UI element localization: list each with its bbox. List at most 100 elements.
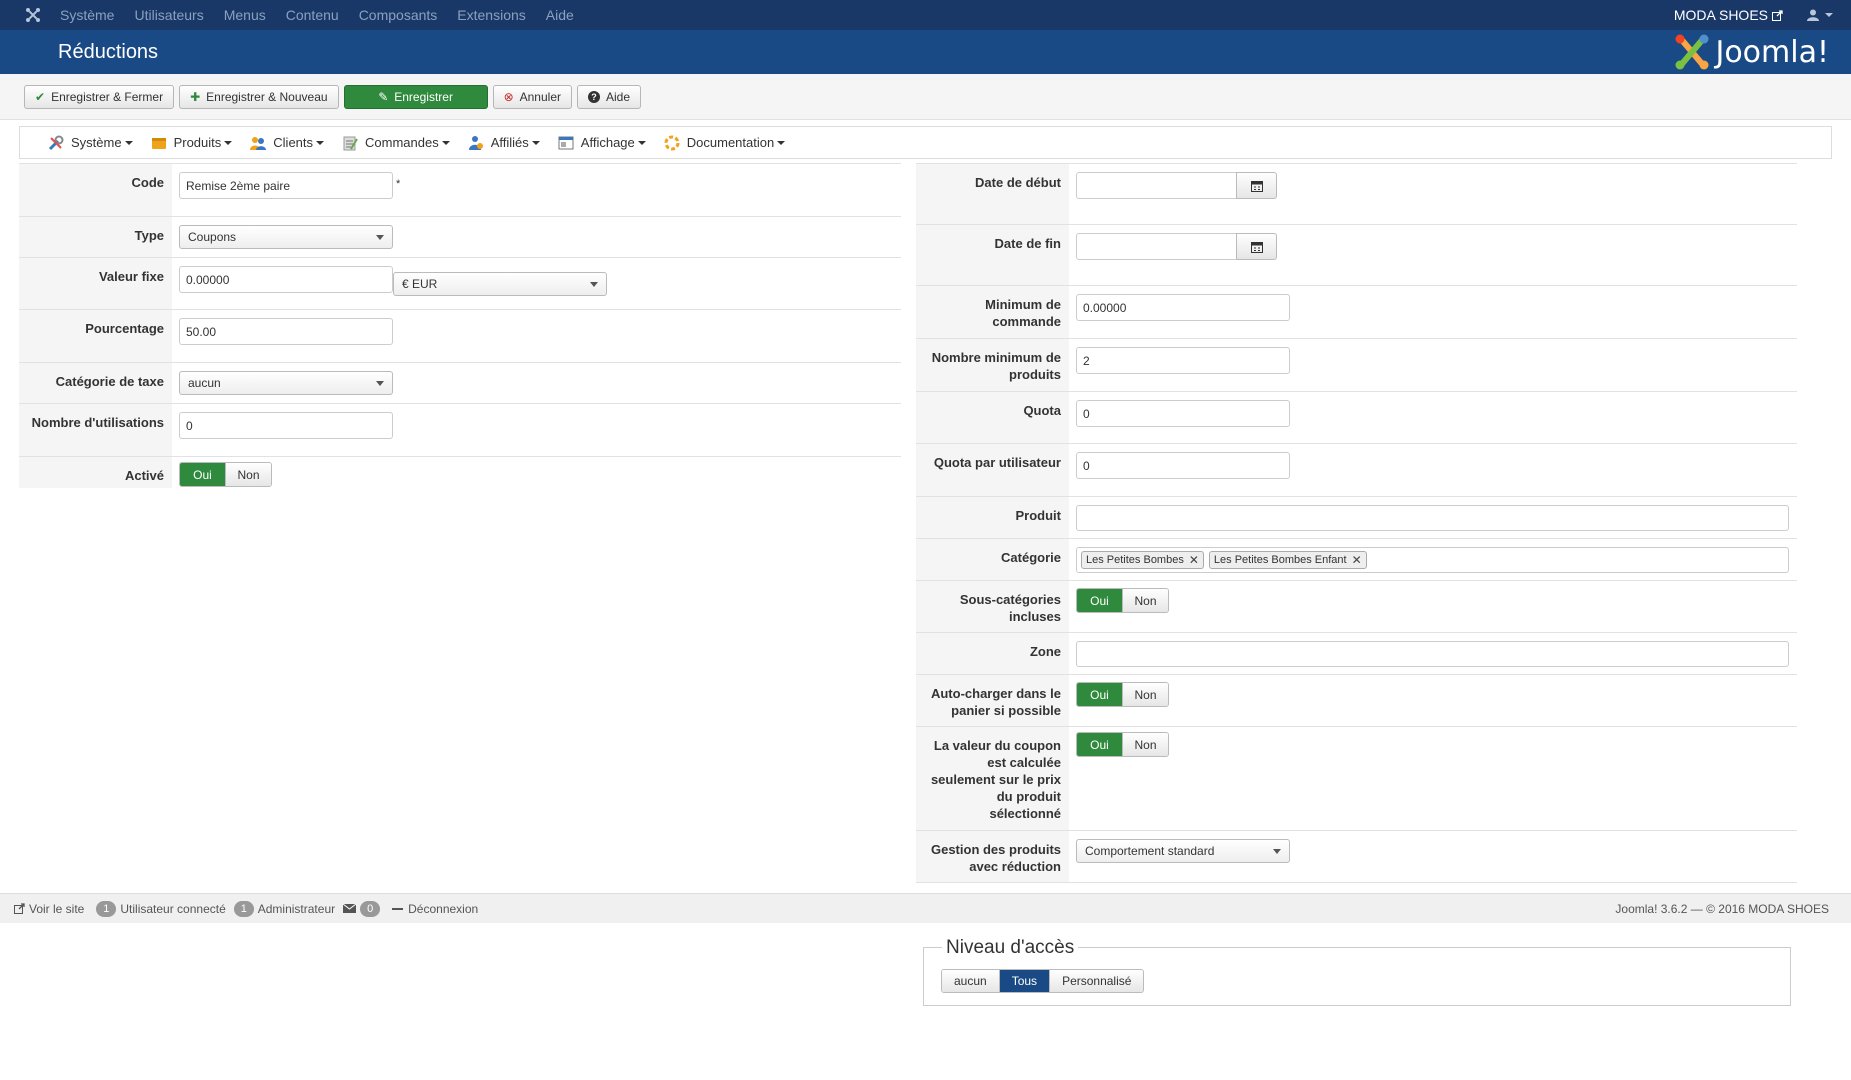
nombre-min-produits-input[interactable]: 2: [1076, 347, 1290, 374]
quota-label: Quota: [916, 392, 1069, 443]
zone-input[interactable]: [1076, 641, 1789, 667]
access-level-fieldset: Niveau d'accès aucun Tous Personnalisé: [923, 937, 1791, 1006]
row-zone: Zone: [916, 632, 1797, 674]
nav-composants[interactable]: Composants: [359, 7, 438, 23]
chevron-down-icon: [1273, 849, 1281, 854]
minus-icon: [392, 907, 404, 910]
box-icon: [151, 137, 166, 149]
categorie-taxe-select[interactable]: aucun: [179, 371, 393, 395]
chevron-down-icon: [441, 140, 450, 145]
chevron-down-icon: [316, 140, 325, 145]
active-yes-button[interactable]: Oui: [180, 463, 225, 486]
valeur-coupon-no-button[interactable]: Non: [1122, 733, 1168, 756]
access-aucun-button[interactable]: aucun: [942, 970, 999, 992]
date-debut-calendar-button[interactable]: [1236, 172, 1277, 199]
sous-categories-toggle: Oui Non: [1076, 588, 1169, 613]
cmenu-clients[interactable]: Clients: [250, 135, 325, 151]
cmenu-systeme[interactable]: Système: [48, 135, 133, 151]
category-tag: Les Petites Bombes ✕: [1081, 551, 1204, 569]
type-select[interactable]: Coupons: [179, 225, 393, 249]
valeur-fixe-input[interactable]: 0.00000: [179, 266, 393, 293]
pourcentage-input[interactable]: 50.00: [179, 318, 393, 345]
save-label: Enregistrer: [394, 89, 453, 104]
nombre-min-produits-label: Nombre minimum de produits: [916, 339, 1069, 391]
quota-utilisateur-input[interactable]: 0: [1076, 452, 1290, 479]
site-link[interactable]: MODA SHOES: [1674, 7, 1783, 23]
question-icon: ?: [588, 90, 600, 103]
chevron-down-icon: [777, 140, 786, 145]
site-name: MODA SHOES: [1673, 7, 1768, 23]
cmenu-produits[interactable]: Produits: [151, 135, 233, 151]
valeur-coupon-toggle: Oui Non: [1076, 732, 1169, 757]
view-site-link[interactable]: Voir le site: [14, 902, 84, 916]
auto-charger-no-button[interactable]: Non: [1122, 683, 1168, 706]
row-sous-categories: Sous-catégories incluses Oui Non: [916, 580, 1797, 632]
valeur-coupon-yes-button[interactable]: Oui: [1077, 733, 1122, 756]
row-date-fin: Date de fin: [916, 224, 1797, 285]
nav-systeme[interactable]: Système: [60, 7, 114, 23]
cancel-button[interactable]: ⊗ Annuler: [492, 84, 572, 109]
date-fin-label: Date de fin: [916, 225, 1069, 285]
save-new-button[interactable]: ✚ Enregistrer & Nouveau: [179, 84, 339, 109]
external-link-icon: [14, 903, 25, 914]
code-label: Code: [19, 164, 172, 216]
row-categorie: Catégorie Les Petites Bombes ✕ Les Petite…: [916, 538, 1797, 580]
nav-utilisateurs[interactable]: Utilisateurs: [134, 7, 203, 23]
produit-input[interactable]: [1076, 505, 1789, 531]
chevron-down-icon: [376, 381, 384, 386]
sous-categories-no-button[interactable]: Non: [1122, 589, 1168, 612]
close-icon[interactable]: ✕: [1189, 553, 1199, 567]
nav-aide[interactable]: Aide: [546, 7, 574, 23]
nav-menus[interactable]: Menus: [224, 7, 266, 23]
chevron-down-icon: [531, 140, 540, 145]
chevron-down-icon: [590, 282, 598, 287]
row-valeur-coupon: La valeur du coupon est calculée seuleme…: [916, 726, 1797, 830]
categorie-tag-input[interactable]: Les Petites Bombes ✕ Les Petites Bombes E…: [1076, 547, 1789, 573]
date-debut-input[interactable]: [1076, 172, 1237, 199]
logout-link[interactable]: Déconnexion: [392, 902, 478, 916]
messages-link[interactable]: 0: [343, 900, 384, 917]
gestion-produits-label: Gestion des produits avec réduction: [916, 831, 1069, 882]
date-fin-input[interactable]: [1076, 233, 1237, 260]
sous-categories-yes-button[interactable]: Oui: [1077, 589, 1122, 612]
calendar-icon: [1250, 180, 1263, 192]
save-button[interactable]: ✎ Enregistrer: [343, 84, 488, 109]
joomla-logo-icon[interactable]: [18, 0, 48, 30]
currency-select[interactable]: € EUR: [393, 272, 607, 296]
help-button[interactable]: ? Aide: [577, 84, 642, 109]
access-tous-button[interactable]: Tous: [998, 970, 1050, 992]
row-nombre-utilisations: Nombre d'utilisations 0: [19, 403, 901, 456]
cmenu-commandes[interactable]: Commandes: [342, 135, 450, 151]
row-auto-charger: Auto-charger dans le panier si possible …: [916, 674, 1797, 726]
chevron-down-icon: [224, 140, 233, 145]
cmenu-affichage[interactable]: Affichage: [558, 135, 646, 151]
access-personnalise-button[interactable]: Personnalisé: [1049, 970, 1144, 992]
gestion-produits-select[interactable]: Comportement standard: [1076, 839, 1290, 863]
close-icon[interactable]: ✕: [1352, 553, 1362, 567]
minimum-commande-input[interactable]: 0.00000: [1076, 294, 1290, 321]
lifebuoy-icon: [664, 135, 680, 150]
user-menu[interactable]: [1807, 9, 1833, 21]
chevron-down-icon: [1825, 13, 1833, 17]
nombre-utilisations-input[interactable]: 0: [179, 412, 393, 439]
tools-icon: [48, 135, 64, 150]
quota-input[interactable]: 0: [1076, 400, 1290, 427]
admin-navbar: Système Utilisateurs Menus Contenu Compo…: [0, 0, 1851, 30]
nav-extensions[interactable]: Extensions: [457, 7, 525, 23]
active-no-button[interactable]: Non: [225, 463, 271, 486]
chevron-down-icon: [124, 140, 133, 145]
component-menu: Système Produits Clients Commandes Affil…: [19, 126, 1832, 159]
save-close-button[interactable]: ✔ Enregistrer & Fermer: [24, 84, 175, 109]
row-quota: Quota 0: [916, 391, 1797, 443]
row-categorie-taxe: Catégorie de taxe aucun: [19, 362, 901, 403]
nav-contenu[interactable]: Contenu: [286, 7, 339, 23]
auto-charger-toggle: Oui Non: [1076, 682, 1169, 707]
joomla-brand: Joomla!: [1673, 33, 1829, 71]
status-bar: Voir le site 1 Utilisateur connecté 1 Ad…: [0, 893, 1851, 923]
auto-charger-yes-button[interactable]: Oui: [1077, 683, 1122, 706]
cmenu-documentation[interactable]: Documentation: [664, 135, 786, 151]
categorie-taxe-label: Catégorie de taxe: [19, 363, 172, 403]
date-fin-calendar-button[interactable]: [1236, 233, 1277, 260]
cmenu-affilies[interactable]: Affiliés: [468, 135, 540, 151]
code-input[interactable]: Remise 2ème paire: [179, 172, 393, 199]
